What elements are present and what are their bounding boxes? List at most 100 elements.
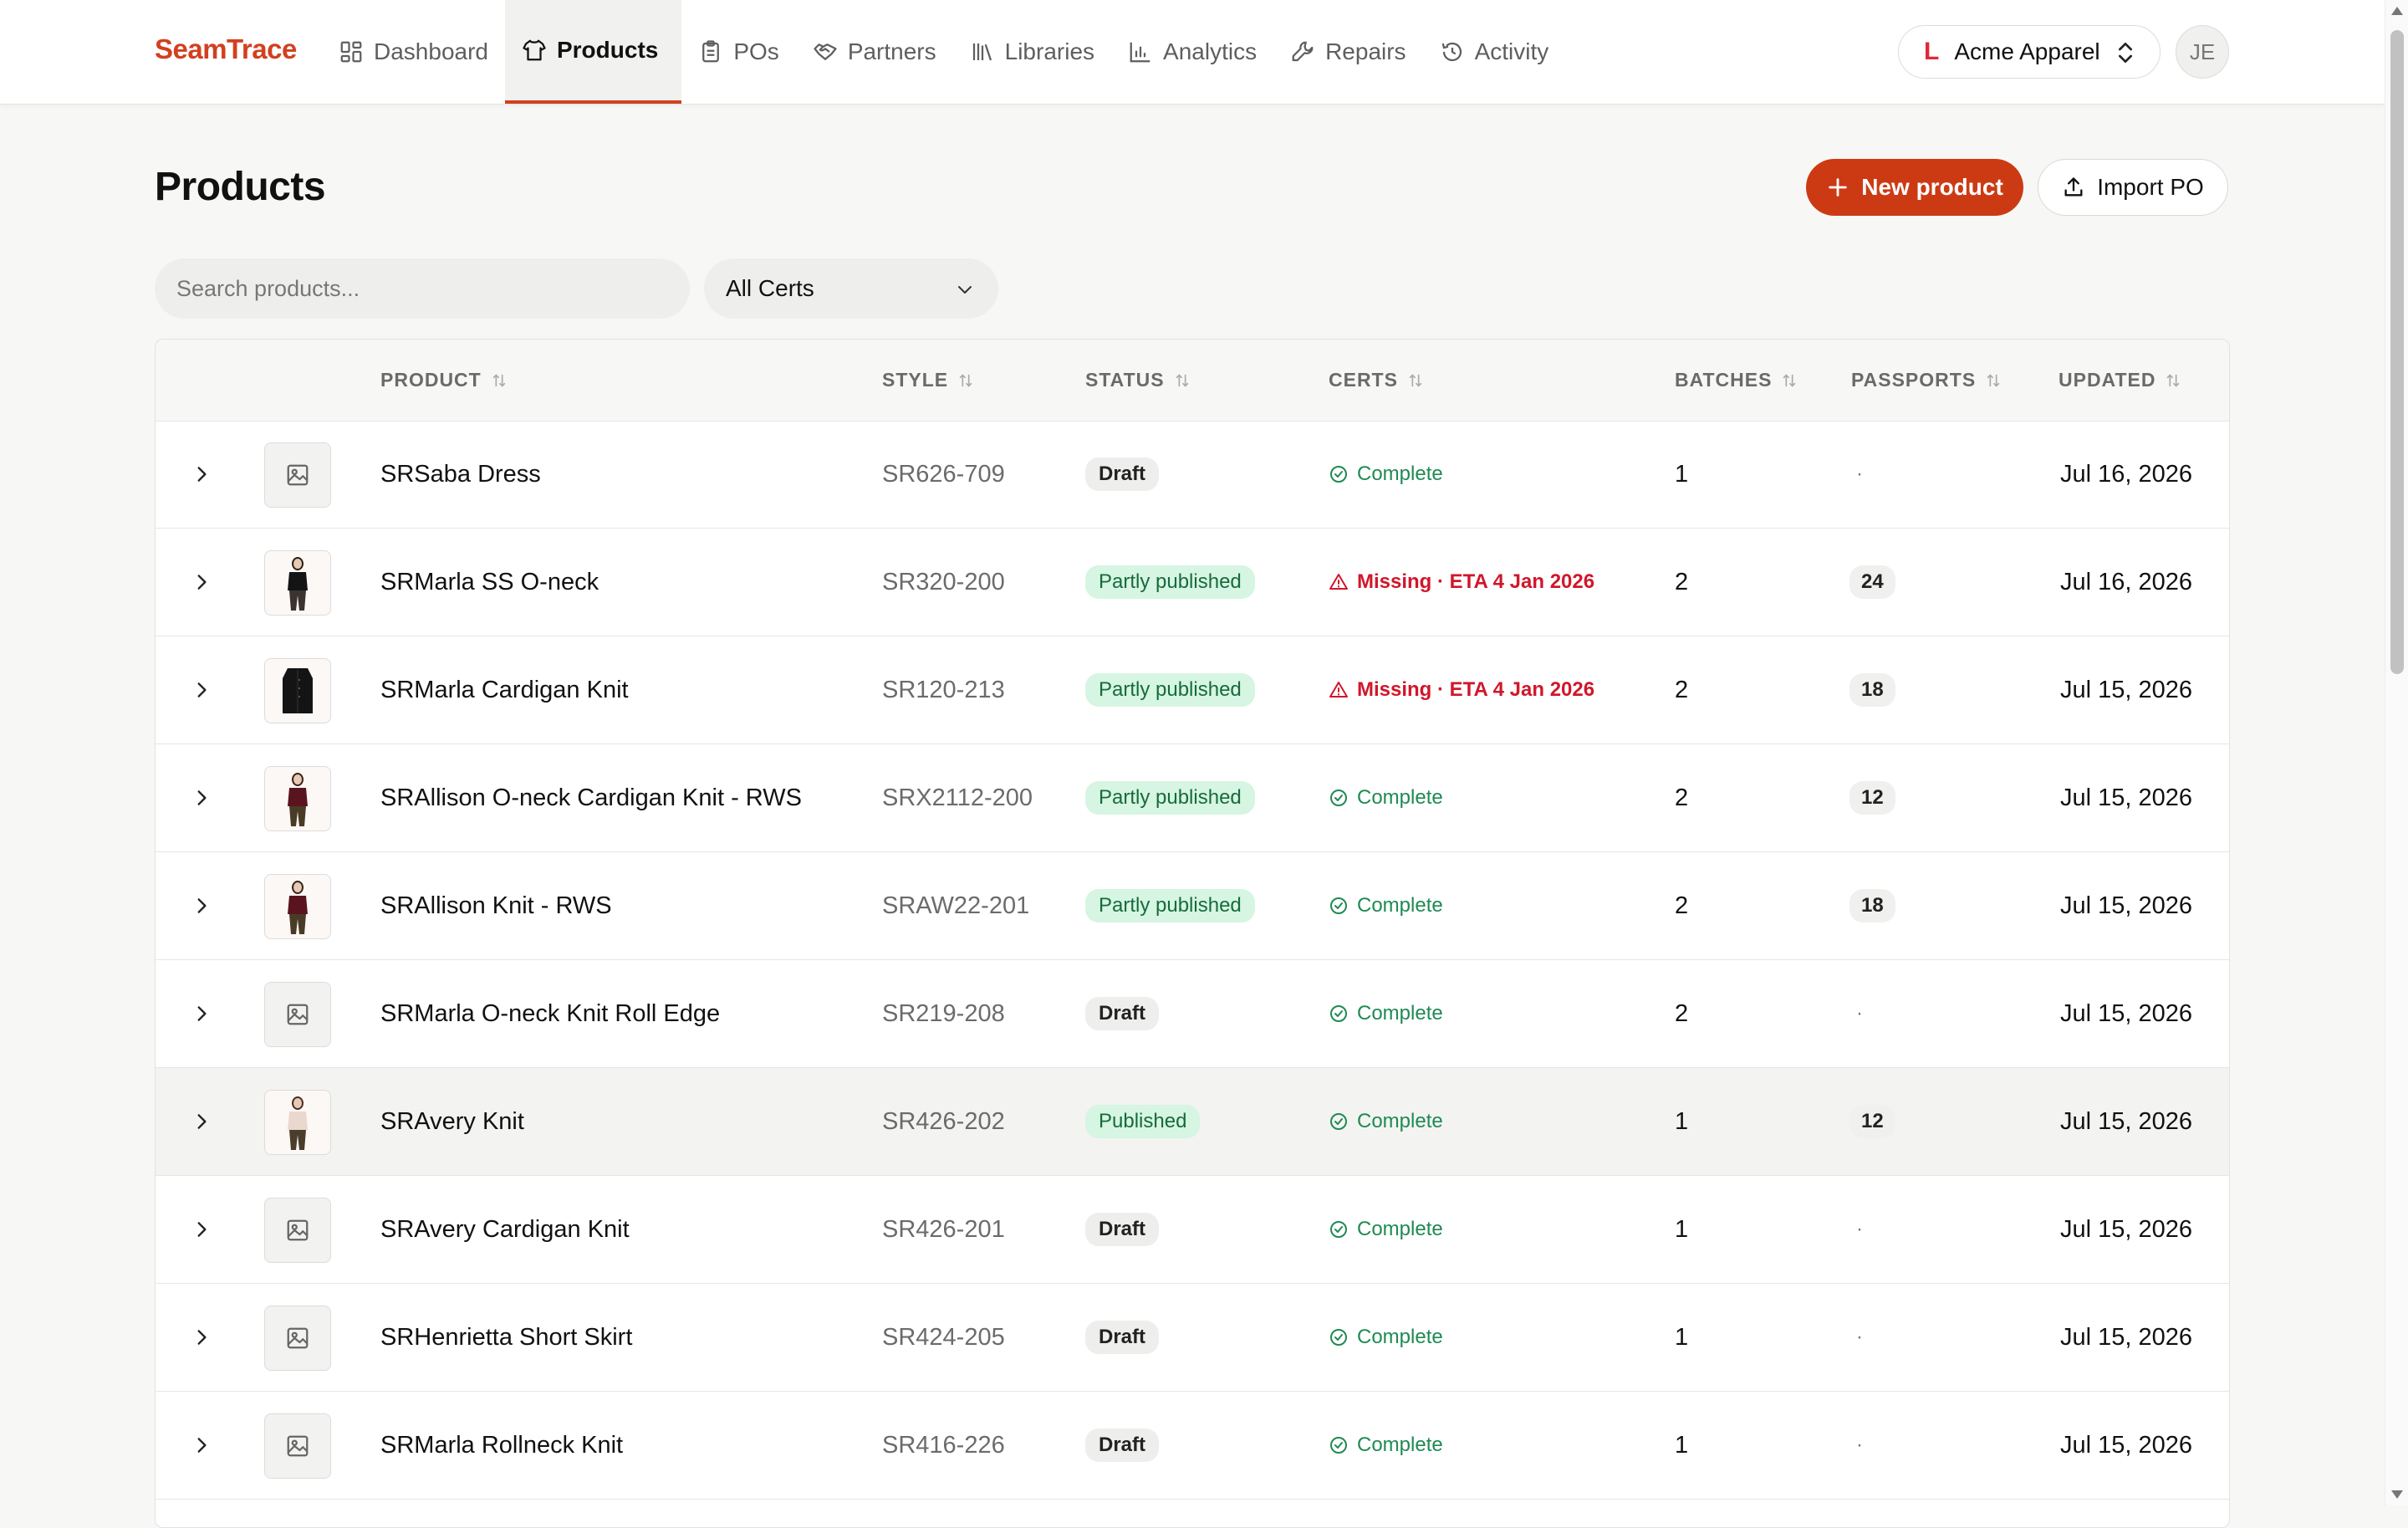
product-thumbnail[interactable] bbox=[264, 442, 331, 508]
new-product-button[interactable]: New product bbox=[1806, 159, 2023, 216]
nav-libraries[interactable]: Libraries bbox=[953, 0, 1111, 104]
passports-empty: · bbox=[1856, 1218, 1863, 1240]
table-row[interactable]: SRMarla O-neck Knit Roll Edge SR219-208 Dr… bbox=[156, 960, 2229, 1068]
product-style: SR416-226 bbox=[882, 1431, 1005, 1459]
scroll-thumb[interactable] bbox=[2390, 30, 2404, 674]
table-row[interactable]: SRMarla SS O-neck SR320-200 Partly publish… bbox=[156, 529, 2229, 636]
page-scrollbar[interactable] bbox=[2385, 0, 2408, 1505]
product-thumbnail[interactable] bbox=[264, 1413, 331, 1479]
product-name[interactable]: SRAvery Knit bbox=[380, 1068, 524, 1175]
certs-status: Complete bbox=[1357, 1218, 1443, 1240]
certs-cell: Missing · ETA 4 Jan 2026 bbox=[1329, 529, 1594, 636]
product-style: SRAW22-201 bbox=[882, 892, 1030, 919]
expand-row-button[interactable] bbox=[191, 960, 216, 1067]
column-header-passports[interactable]: PASSPORTS bbox=[1851, 369, 2002, 391]
chevron-right-icon bbox=[197, 682, 207, 698]
product-thumbnail[interactable] bbox=[264, 550, 331, 616]
expand-row-button[interactable] bbox=[191, 744, 216, 851]
expand-row-button[interactable] bbox=[191, 1392, 216, 1499]
status-badge: Published bbox=[1085, 1105, 1201, 1138]
scroll-down-arrow-icon[interactable] bbox=[2391, 1490, 2403, 1499]
certs-filter-select[interactable]: All Certs bbox=[704, 258, 998, 319]
updated-date: Jul 15, 2026 bbox=[2060, 1431, 2193, 1459]
table-row[interactable]: SRSaba Dress SR626-709 Draft Complete 1 · Jul … bbox=[156, 421, 2229, 529]
batches-count: 1 bbox=[1675, 460, 1689, 488]
expand-row-button[interactable] bbox=[191, 529, 216, 636]
status-badge: Partly published bbox=[1085, 673, 1255, 707]
product-style: SR424-205 bbox=[882, 1323, 1005, 1351]
sort-icon bbox=[1783, 373, 1796, 387]
table-row[interactable]: SRAvery Cardigan Knit SR426-201 Draft Compl… bbox=[156, 1176, 2229, 1284]
scroll-up-arrow-icon[interactable] bbox=[2391, 7, 2403, 15]
expand-row-button[interactable] bbox=[191, 852, 216, 959]
page-title: Products bbox=[155, 165, 326, 209]
nav-partners[interactable]: Partners bbox=[796, 0, 953, 104]
expand-row-button[interactable] bbox=[191, 421, 216, 528]
nav-pos[interactable]: POs bbox=[681, 0, 795, 104]
table-row[interactable]: SRAvery Knit SR426-202 Published Complete 1 1… bbox=[156, 1068, 2229, 1176]
import-po-button[interactable]: Import PO bbox=[2038, 159, 2228, 216]
status-badge: Partly published bbox=[1085, 781, 1255, 815]
product-thumbnail[interactable] bbox=[264, 658, 331, 723]
product-name[interactable]: SRMarla Rollneck Knit bbox=[380, 1392, 623, 1499]
table-row[interactable]: SRHenrietta Short Skirt SR424-205 Draft Com… bbox=[156, 1284, 2229, 1392]
updated-date: Jul 15, 2026 bbox=[2060, 784, 2193, 811]
column-header-style[interactable]: STYLE bbox=[882, 369, 975, 391]
product-thumbnail[interactable] bbox=[264, 1090, 331, 1155]
check-circle-icon bbox=[1330, 790, 1347, 806]
nav-activity[interactable]: Activity bbox=[1423, 0, 1566, 104]
table-row[interactable]: SRMarla Cardigan Knit SR120-213 Partly pub… bbox=[156, 636, 2229, 744]
expand-row-button[interactable] bbox=[191, 1176, 216, 1283]
updated-date: Jul 16, 2026 bbox=[2060, 568, 2193, 595]
nav-dashboard[interactable]: Dashboard bbox=[322, 0, 505, 104]
status-cell: Draft bbox=[1085, 1392, 1160, 1499]
expand-row-button[interactable] bbox=[191, 1284, 216, 1391]
column-label: STYLE bbox=[882, 369, 949, 391]
column-header-batches[interactable]: BATCHES bbox=[1675, 369, 1798, 391]
status-badge: Draft bbox=[1085, 1213, 1160, 1246]
product-name[interactable]: SRMarla Cardigan Knit bbox=[380, 636, 629, 744]
chevron-right-icon bbox=[197, 790, 207, 805]
product-photo-icon bbox=[288, 557, 308, 611]
brand-logo[interactable]: SeamTrace bbox=[155, 33, 297, 65]
product-name[interactable]: SRHenrietta Short Skirt bbox=[380, 1284, 632, 1391]
expand-row-button[interactable] bbox=[191, 636, 216, 744]
clipboard-icon bbox=[702, 40, 720, 63]
passports-cell: · bbox=[1849, 1176, 1863, 1283]
sort-icon bbox=[959, 373, 972, 387]
table-row[interactable]: SRMarla Rollneck Knit SR416-226 Draft Compl… bbox=[156, 1392, 2229, 1500]
org-switcher[interactable]: L Acme Apparel bbox=[1898, 25, 2161, 79]
product-name[interactable]: SRAvery Cardigan Knit bbox=[380, 1176, 630, 1283]
nav-repairs[interactable]: Repairs bbox=[1273, 0, 1422, 104]
product-name[interactable]: SRSaba Dress bbox=[380, 421, 541, 528]
nav-dashboard-label: Dashboard bbox=[374, 38, 488, 64]
product-thumbnail[interactable] bbox=[264, 766, 331, 831]
column-header-certs[interactable]: CERTS bbox=[1329, 369, 1425, 391]
search-input[interactable] bbox=[155, 258, 690, 319]
nav-products[interactable]: Products bbox=[504, 0, 682, 104]
nav-pos-label: POs bbox=[733, 38, 779, 64]
passports-cell: 18 bbox=[1849, 636, 1895, 744]
product-thumbnail[interactable] bbox=[264, 874, 331, 939]
expand-row-button[interactable] bbox=[191, 1068, 216, 1175]
status-cell: Published bbox=[1085, 1068, 1201, 1175]
passports-count-badge: 12 bbox=[1849, 1105, 1895, 1138]
product-name[interactable]: SRAllison O-neck Cardigan Knit - RWS bbox=[380, 744, 802, 851]
product-thumbnail[interactable] bbox=[264, 1306, 331, 1371]
column-header-status[interactable]: STATUS bbox=[1085, 369, 1191, 391]
product-name[interactable]: SRAllison Knit - RWS bbox=[380, 852, 612, 959]
product-thumbnail[interactable] bbox=[264, 982, 331, 1047]
product-name[interactable]: SRMarla SS O-neck bbox=[380, 529, 599, 636]
history-icon bbox=[1441, 42, 1462, 62]
product-thumbnail[interactable] bbox=[264, 1198, 331, 1263]
product-name[interactable]: SRMarla O-neck Knit Roll Edge bbox=[380, 960, 720, 1067]
column-header-product[interactable]: PRODUCT bbox=[380, 369, 508, 391]
table-row[interactable]: SRAllison O-neck Cardigan Knit - RWS SRX2… bbox=[156, 744, 2229, 852]
column-header-updated[interactable]: UPDATED bbox=[2059, 369, 2182, 391]
certs-cell: Complete bbox=[1329, 744, 1443, 851]
nav-analytics[interactable]: Analytics bbox=[1111, 0, 1273, 104]
import-po-label: Import PO bbox=[2097, 174, 2204, 200]
updated-date: Jul 15, 2026 bbox=[2060, 1107, 2193, 1135]
table-row[interactable]: SRAllison Knit - RWS SRAW22-201 Partly pub… bbox=[156, 852, 2229, 960]
user-avatar[interactable]: JE bbox=[2176, 25, 2229, 79]
